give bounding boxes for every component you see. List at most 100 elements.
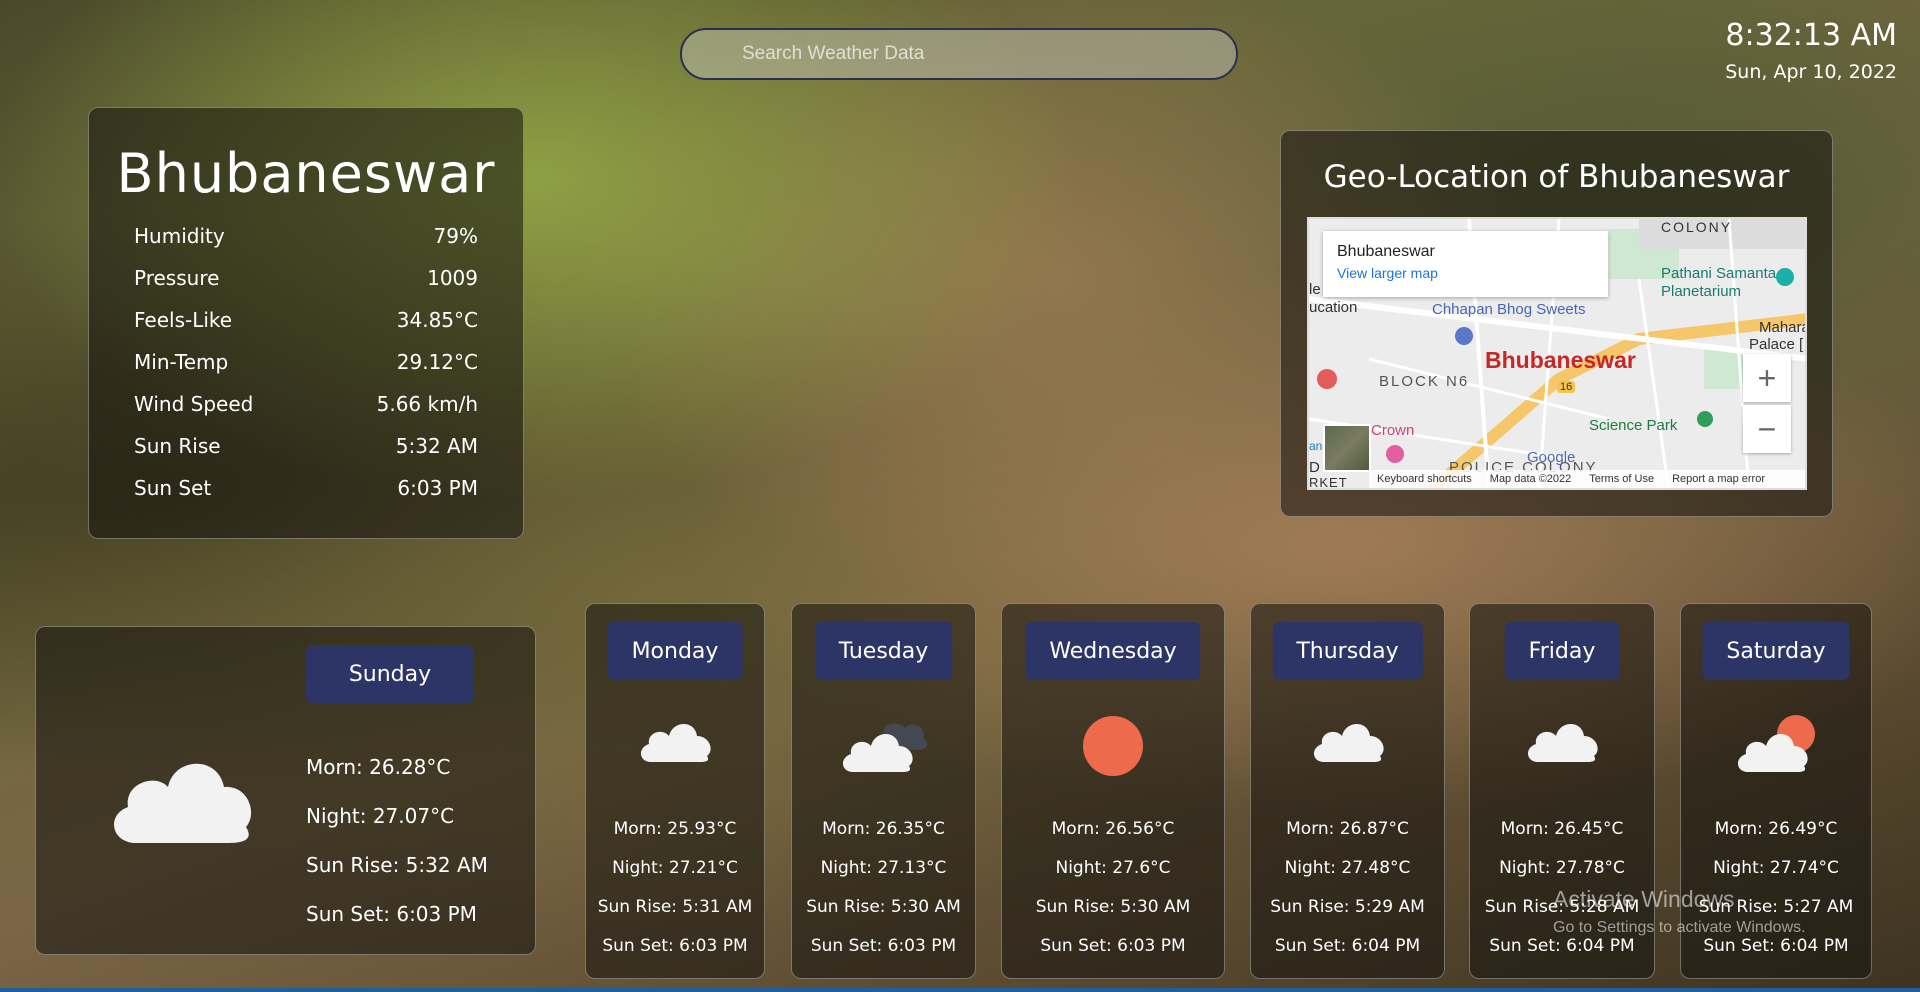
map-label: Chhapan Bhog Sweets: [1432, 301, 1586, 318]
map-label: Crown: [1371, 422, 1415, 439]
cloud-icon: [106, 745, 256, 849]
detail-row-humidity: Humidity 79%: [89, 215, 523, 257]
map-label: RKET: [1309, 475, 1348, 490]
forecast-morn: Morn: 26.49°C: [1714, 819, 1838, 839]
forecast-sunset: Sun Set: 6:04 PM: [1274, 936, 1421, 956]
forecast-sunrise: Sun Rise: 5:29 AM: [1270, 897, 1425, 917]
detail-label: Min-Temp: [134, 350, 229, 374]
cloud-icon: [1524, 714, 1600, 768]
today-sunrise: Sun Rise: 5:32 AM: [306, 853, 488, 877]
satellite-toggle[interactable]: [1323, 424, 1371, 472]
detail-row-pressure: Pressure 1009: [89, 257, 523, 299]
detail-value: 6:03 PM: [397, 476, 478, 500]
today-card: Sunday Morn: 26.28°C Night: 27.07°C Sun …: [35, 626, 536, 955]
map-title: Geo-Location of Bhubaneswar: [1323, 159, 1790, 195]
detail-value: 5.66 km/h: [376, 392, 478, 416]
forecast-sunrise: Sun Rise: 5:31 AM: [597, 897, 753, 917]
activate-windows-watermark: Activate Windows Go to Settings to activ…: [1553, 886, 1806, 937]
forecast-sunset: Sun Set: 6:03 PM: [810, 936, 957, 956]
forecast-card-tuesday: Tuesday Morn: 26.35°C Night: 27.13°C Sun…: [791, 603, 976, 979]
forecast-card-wednesday: Wednesday Morn: 26.56°C Night: 27.6°C Su…: [1001, 603, 1225, 979]
map-info-popup: Bhubaneswar View larger map: [1323, 231, 1608, 297]
detail-value: 34.85°C: [396, 308, 478, 332]
map-label: D: [1309, 459, 1320, 476]
detail-label: Pressure: [134, 266, 220, 290]
map-label: an: [1309, 439, 1323, 453]
today-night: Night: 27.07°C: [306, 804, 455, 828]
day-badge: Thursday: [1272, 622, 1423, 680]
today-morn: Morn: 26.28°C: [306, 755, 451, 779]
map-city-label: Bhubaneswar: [1485, 347, 1636, 373]
forecast-sunset: Sun Set: 6:04 PM: [1703, 936, 1849, 956]
keyboard-shortcuts-link[interactable]: Keyboard shortcuts: [1377, 473, 1472, 485]
detail-value: 1009: [427, 266, 478, 290]
clock-time: 8:32:13 AM: [1725, 18, 1897, 53]
forecast-morn: Morn: 26.56°C: [1051, 819, 1175, 839]
detail-value: 79%: [433, 224, 478, 248]
day-badge: Tuesday: [814, 622, 953, 680]
google-logo: Google: [1527, 449, 1576, 466]
dark-cloud-icon: [839, 714, 929, 778]
zoom-out-button[interactable]: −: [1743, 405, 1791, 453]
detail-row-wind-speed: Wind Speed 5.66 km/h: [89, 383, 523, 425]
forecast-sunset: Sun Set: 6:03 PM: [602, 936, 748, 956]
forecast-card-monday: Monday Morn: 25.93°C Night: 27.21°C Sun …: [585, 603, 765, 979]
map-label: Planetarium: [1661, 283, 1742, 300]
city-details-card: Bhubaneswar Humidity 79% Pressure 1009 Fee…: [88, 107, 524, 539]
popup-title: Bhubaneswar: [1337, 243, 1435, 260]
detail-label: Sun Rise: [134, 434, 221, 458]
forecast-card-thursday: Thursday Morn: 26.87°C Night: 27.48°C Su…: [1250, 603, 1445, 979]
map-label: Science Park: [1589, 417, 1678, 434]
detail-value: 5:32 AM: [395, 434, 478, 458]
watermark-title: Activate Windows: [1553, 886, 1735, 912]
today-sunset: Sun Set: 6:03 PM: [306, 902, 477, 926]
watermark-subtitle: Go to Settings to activate Windows.: [1553, 919, 1806, 936]
forecast-morn: Morn: 26.87°C: [1286, 819, 1409, 839]
map-label: Palace [ Christie: [1749, 336, 1805, 353]
forecast-sunrise: Sun Rise: 5:30 AM: [806, 897, 961, 917]
map-label: ucation: [1309, 299, 1358, 316]
report-error-link[interactable]: Report a map error: [1672, 473, 1765, 485]
sun-icon: [1081, 714, 1145, 782]
today-info: Morn: 26.28°C Night: 27.07°C Sun Rise: 5…: [306, 755, 488, 951]
forecast-sunset: Sun Set: 6:03 PM: [1040, 936, 1186, 956]
terms-link[interactable]: Terms of Use: [1589, 473, 1654, 485]
sun-cloud-icon: [1734, 714, 1818, 778]
day-badge: Friday: [1504, 622, 1620, 680]
search-input[interactable]: [682, 30, 1236, 78]
city-name: Bhubaneswar: [116, 142, 496, 205]
detail-label: Sun Set: [134, 476, 212, 500]
map-footer: Keyboard shortcuts Map data ©2022 Terms …: [1369, 470, 1805, 488]
clock-date: Sun, Apr 10, 2022: [1725, 61, 1897, 83]
detail-label: Humidity: [134, 224, 225, 248]
embedded-map[interactable]: COLONY Pathani Samanta Planetarium Chhap…: [1307, 217, 1807, 490]
map-label: COLONY: [1661, 219, 1733, 235]
forecast-morn: Morn: 26.35°C: [822, 819, 945, 839]
view-larger-map-link[interactable]: View larger map: [1337, 265, 1594, 281]
forecast-sunrise: Sun Rise: 5:30 AM: [1035, 897, 1191, 917]
detail-value: 29.12°C: [396, 350, 478, 374]
forecast-sunset: Sun Set: 6:04 PM: [1489, 936, 1635, 956]
detail-row-sun-set: Sun Set 6:03 PM: [89, 467, 523, 509]
detail-row-min-temp: Min-Temp 29.12°C: [89, 341, 523, 383]
detail-row-sun-rise: Sun Rise 5:32 AM: [89, 425, 523, 467]
taskbar-edge: [0, 988, 1920, 992]
day-badge-today: Sunday: [306, 645, 474, 703]
search-bar[interactable]: [680, 28, 1238, 80]
detail-label: Wind Speed: [134, 392, 254, 416]
cloud-icon: [1310, 714, 1386, 768]
detail-label: Feels-Like: [134, 308, 233, 332]
forecast-night: Night: 27.48°C: [1284, 858, 1411, 878]
detail-row-feels-like: Feels-Like 34.85°C: [89, 299, 523, 341]
clock: 8:32:13 AM Sun, Apr 10, 2022: [1725, 18, 1897, 83]
day-badge: Monday: [607, 622, 743, 680]
map-label: BLOCK N6: [1379, 373, 1470, 390]
route-badge: 16: [1557, 381, 1576, 393]
map-label: Maharaja I: [1759, 319, 1805, 336]
forecast-night: Night: 27.6°C: [1055, 858, 1171, 878]
zoom-in-button[interactable]: +: [1743, 354, 1791, 402]
cloud-icon: [637, 714, 713, 768]
forecast-morn: Morn: 26.45°C: [1500, 819, 1624, 839]
forecast-night: Night: 27.13°C: [820, 858, 947, 878]
day-badge: Saturday: [1702, 622, 1850, 680]
